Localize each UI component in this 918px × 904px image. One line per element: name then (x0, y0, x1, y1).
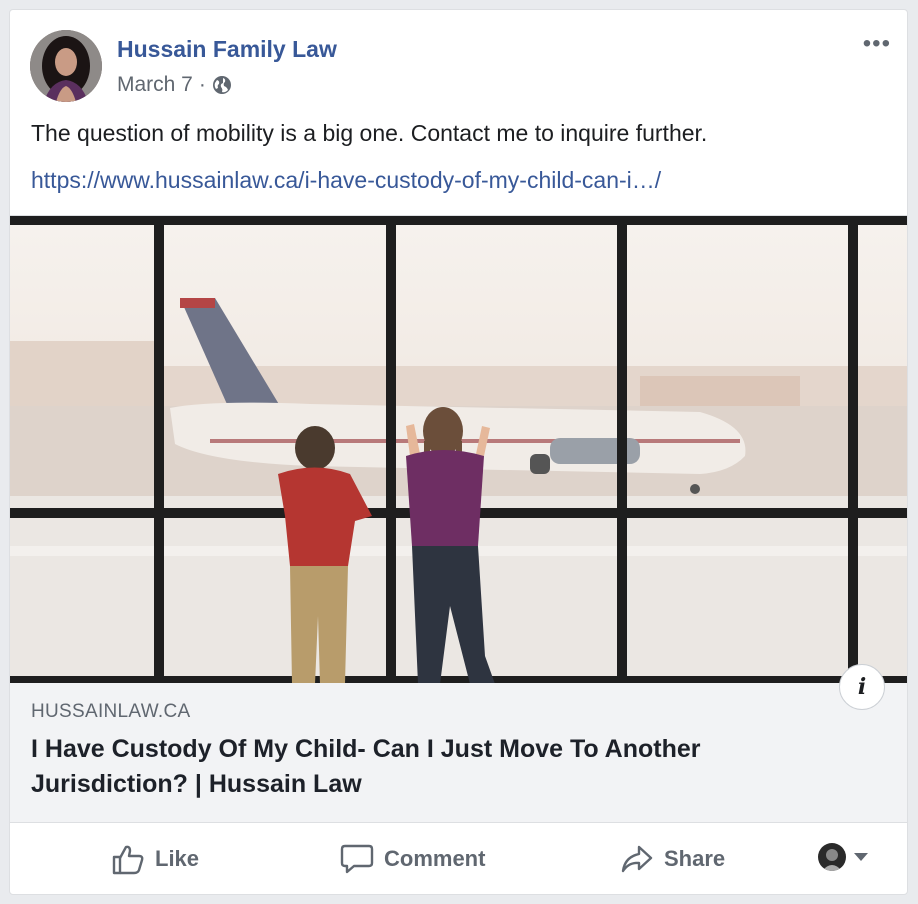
globe-icon[interactable] (212, 75, 232, 95)
post-text: The question of mobility is a big one. C… (31, 120, 708, 146)
thumbs-up-icon (112, 845, 144, 875)
comment-button[interactable]: Comment (340, 841, 485, 877)
post-date[interactable]: March 7 (117, 73, 193, 97)
link-preview-caption[interactable]: HUSSAINLAW.CA I Have Custody Of My Child… (10, 683, 907, 823)
share-button[interactable]: Share (620, 841, 725, 877)
post-actions-bar: Like Comment Share (10, 823, 907, 894)
like-button[interactable]: Like (111, 841, 199, 877)
post-meta: March 7 · (117, 73, 232, 97)
comment-icon (340, 844, 374, 874)
page-name-link[interactable]: Hussain Family Law (117, 36, 337, 63)
info-icon[interactable]: i (839, 664, 885, 710)
like-label: Like (155, 846, 200, 871)
meta-separator: · (198, 73, 206, 96)
chevron-down-icon (854, 853, 868, 861)
share-arrow-icon (621, 845, 653, 873)
audience-selector[interactable] (818, 843, 868, 871)
link-domain: HUSSAINLAW.CA (31, 701, 191, 722)
profile-avatar-small (818, 843, 846, 871)
comment-label: Comment (384, 846, 486, 871)
page-avatar[interactable] (30, 30, 102, 102)
post-link[interactable]: https://www.hussainlaw.ca/i-have-custody… (31, 167, 661, 194)
link-title[interactable]: I Have Custody Of My Child- Can I Just M… (31, 732, 851, 802)
link-preview-image[interactable] (10, 215, 907, 684)
share-label: Share (664, 846, 726, 871)
post-card: Hussain Family Law March 7 · ••• The que… (9, 9, 908, 895)
more-options-icon[interactable]: ••• (863, 32, 891, 56)
